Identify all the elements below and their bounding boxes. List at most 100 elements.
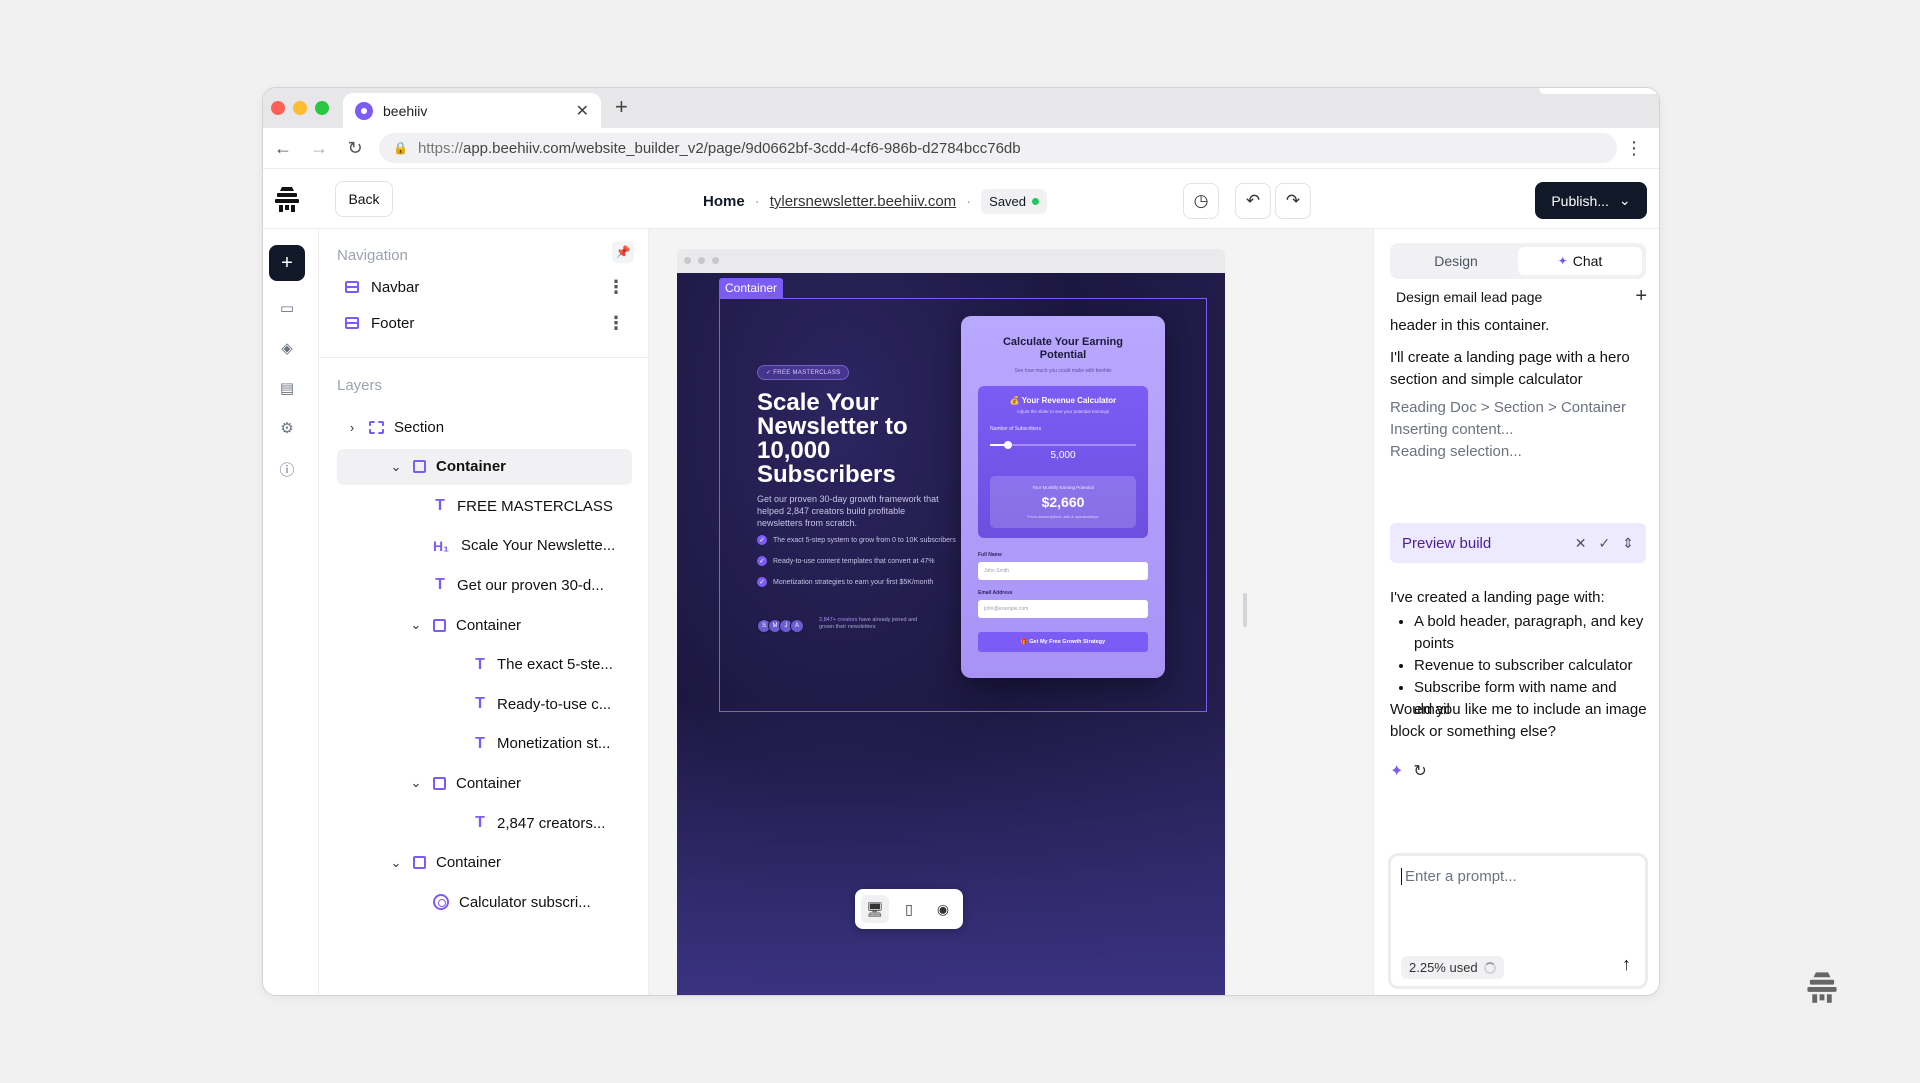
key-point[interactable]: ✓ Ready-to-use content templates that con… <box>757 556 956 566</box>
tab-close-icon[interactable]: ✕ <box>576 101 589 121</box>
breadcrumb-separator: · <box>966 193 972 210</box>
key-point[interactable]: ✓ The exact 5-step system to grow from 0 … <box>757 535 956 545</box>
preview-eye-icon[interactable]: ◉ <box>929 895 957 923</box>
key-point[interactable]: ✓ Monetization strategies to earn your fi… <box>757 577 956 587</box>
browser-menu-icon[interactable]: ⋮ <box>1625 138 1643 159</box>
layer-row[interactable]: H₁ Scale Your Newslette... <box>433 528 615 564</box>
subscribers-label: Number of Subscribers <box>990 426 1042 432</box>
layer-row[interactable]: T Get our proven 30-d... <box>433 567 604 603</box>
full-name-input[interactable]: John Smith <box>978 562 1148 580</box>
message-actions: ✦ ↻ <box>1390 761 1427 781</box>
mobile-view-icon[interactable]: ▯ <box>895 895 923 923</box>
container-icon <box>433 618 446 632</box>
layers-icon[interactable]: ◈ <box>277 339 297 359</box>
subscribers-value: 5,000 <box>1050 450 1076 461</box>
section-icon <box>369 420 384 434</box>
chevron-down-icon[interactable]: ⌄ <box>409 775 423 791</box>
reject-icon[interactable]: ✕ <box>1575 535 1587 552</box>
help-icon[interactable]: ⓘ <box>277 459 297 479</box>
earning-box: Your Monthly Earning Potential $2,660 Fr… <box>990 476 1136 528</box>
layer-row[interactable]: T FREE MASTERCLASS <box>433 488 613 524</box>
subscribers-slider[interactable] <box>990 441 1136 449</box>
pin-icon[interactable]: 📌 <box>612 241 634 263</box>
heading-icon: H₁ <box>433 537 449 554</box>
breadcrumb-home[interactable]: Home <box>703 193 745 210</box>
media-icon[interactable]: ▤ <box>277 379 297 399</box>
masterclass-badge[interactable]: ✓ FREE MASTERCLASS <box>757 365 850 380</box>
more-options-icon[interactable]: ⋮ <box>607 277 625 298</box>
preview-build-bar[interactable]: Preview build ✕ ✓ ⇕ <box>1390 523 1646 563</box>
prompt-input[interactable] <box>1401 868 1631 885</box>
social-proof-text[interactable]: 2,847+ creators have already joined and … <box>819 617 929 631</box>
layer-row[interactable]: ⌄ Container <box>409 765 522 801</box>
undo-icon[interactable]: ↶ <box>1235 183 1271 219</box>
email-input[interactable]: john@example.com <box>978 600 1148 618</box>
tab-design[interactable]: Design <box>1394 247 1518 275</box>
canvas-area[interactable]: Container ✓ FREE MASTERCLASS Scale Your … <box>649 229 1373 995</box>
nav-item-footer[interactable]: Footer ⋮ <box>345 309 625 337</box>
hero-title[interactable]: Scale Your Newsletter to 10,000 Subscrib… <box>757 391 947 487</box>
layer-row[interactable]: ⌄ Container <box>337 448 632 485</box>
layer-label: 2,847 creators... <box>497 814 606 832</box>
chevron-down-icon[interactable]: ⌄ <box>389 459 403 475</box>
maximize-window-button[interactable] <box>315 101 329 115</box>
send-arrow-icon[interactable]: ↑ <box>1622 954 1631 975</box>
layer-row[interactable]: ⌄ Container <box>409 607 522 643</box>
back-button[interactable]: Back <box>335 181 393 217</box>
browser-tab[interactable]: beehiiv ✕ <box>343 93 601 128</box>
container-icon <box>413 460 426 474</box>
layer-row[interactable]: Calculator subscri... <box>433 884 591 920</box>
breadcrumb-domain-link[interactable]: tylersnewsletter.beehiiv.com <box>770 193 956 210</box>
calculator-card[interactable]: Calculate Your Earning Potential See how… <box>961 316 1165 678</box>
chat-message-partial: header in this container. <box>1390 317 1550 334</box>
breadcrumb-separator: · <box>754 193 760 210</box>
layer-row[interactable]: T Monetization st... <box>473 726 610 762</box>
accept-check-icon[interactable]: ✓ <box>1599 535 1611 552</box>
more-options-icon[interactable]: ⋮ <box>607 313 625 334</box>
url-field[interactable]: 🔒 https://app.beehiiv.com/website_builde… <box>379 133 1617 163</box>
layer-row[interactable]: › Section <box>345 409 444 445</box>
tab-chat[interactable]: ✦ Chat <box>1518 247 1642 275</box>
device-toolbar: 🖥 ▯ ◉ <box>855 889 963 929</box>
new-tab-icon[interactable]: + <box>615 94 628 120</box>
slider-knob[interactable] <box>1003 441 1012 449</box>
settings-gear-icon[interactable]: ⚙ <box>277 419 297 439</box>
resize-handle[interactable] <box>1243 593 1247 627</box>
history-icon[interactable]: ◷ <box>1183 183 1219 219</box>
avatar-group: S M J A <box>757 619 804 633</box>
chevron-right-icon[interactable]: › <box>345 420 359 435</box>
layer-row[interactable]: T Ready-to-use c... <box>473 686 611 722</box>
text-icon: T <box>435 497 445 515</box>
new-chat-icon[interactable]: + <box>1635 285 1647 308</box>
minimize-window-button[interactable] <box>293 101 307 115</box>
beehiiv-corner-logo-icon <box>1807 972 1837 1003</box>
beehiiv-logo-icon[interactable] <box>274 185 300 213</box>
hero-paragraph[interactable]: Get our proven 30-day growth framework t… <box>757 493 949 529</box>
back-arrow-icon[interactable]: ← <box>265 138 301 159</box>
publish-label: Publish... <box>1551 192 1609 209</box>
chevron-down-icon[interactable]: ⌄ <box>389 855 403 871</box>
add-block-button[interactable]: + <box>269 245 305 281</box>
beehiiv-favicon-icon <box>355 101 373 120</box>
forward-arrow-icon[interactable]: → <box>301 138 337 159</box>
page-preview[interactable]: Container ✓ FREE MASTERCLASS Scale Your … <box>677 273 1225 995</box>
layer-row[interactable]: T 2,847 creators... <box>473 805 605 841</box>
text-icon: T <box>475 655 485 673</box>
regenerate-icon[interactable]: ↻ <box>1413 761 1426 781</box>
nav-item-navbar[interactable]: Navbar ⋮ <box>345 273 625 301</box>
layer-row[interactable]: T The exact 5-ste... <box>473 647 613 683</box>
redo-icon[interactable]: ↷ <box>1275 183 1311 219</box>
desktop-view-icon[interactable]: 🖥 <box>861 895 889 923</box>
close-window-button[interactable] <box>271 101 285 115</box>
reload-icon[interactable]: ↻ <box>337 138 373 159</box>
magic-wand-icon[interactable]: ✦ <box>1390 761 1403 781</box>
layer-row[interactable]: ⌄ Container <box>389 845 502 881</box>
check-icon: ✓ <box>757 556 767 566</box>
chevron-down-icon[interactable]: ⌄ <box>409 617 423 633</box>
publish-button[interactable]: Publish... ⌄ <box>1535 182 1647 219</box>
cta-button[interactable]: 🎁 Get My Free Growth Strategy <box>978 632 1148 652</box>
expand-icon[interactable]: ⇕ <box>1622 535 1634 552</box>
pages-icon[interactable]: ▭ <box>277 299 297 319</box>
navigation-heading: Navigation <box>337 247 408 264</box>
card-subtitle: See how much you could make with beehiiv <box>1014 368 1112 374</box>
